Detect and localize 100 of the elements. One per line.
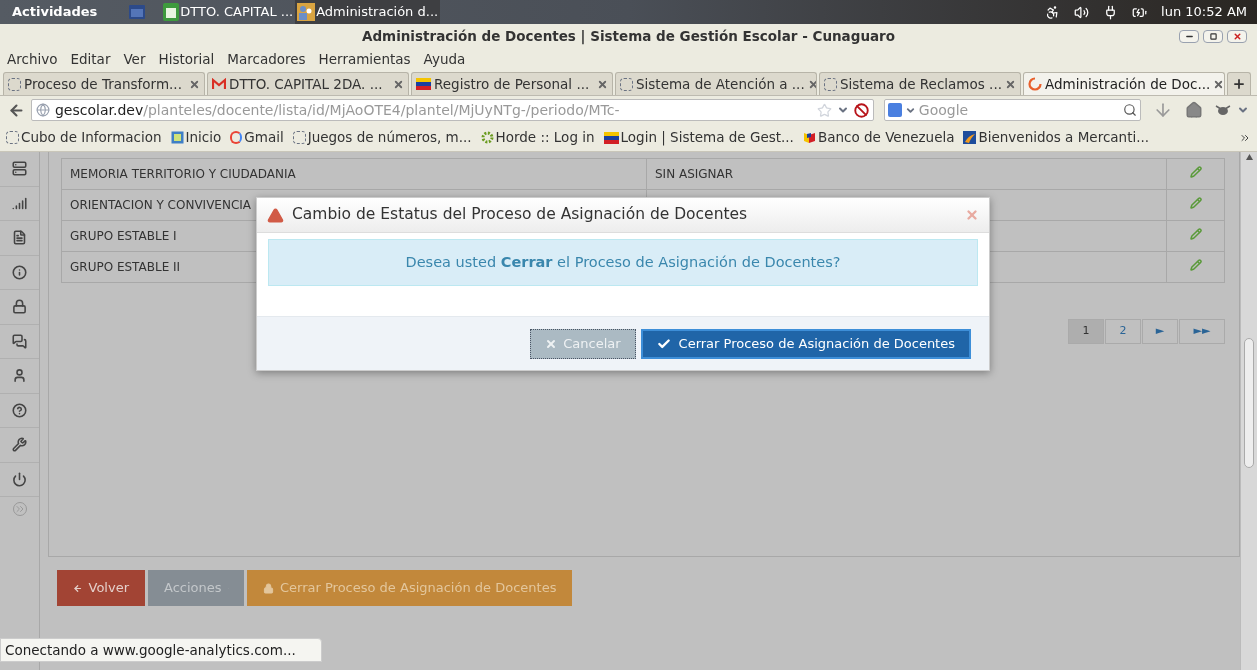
menu-item[interactable]: Marcadores xyxy=(227,48,306,70)
signal-icon[interactable] xyxy=(12,195,27,211)
close-tab-icon[interactable] xyxy=(393,78,404,90)
bank-logo-icon xyxy=(802,131,816,144)
lock-icon[interactable] xyxy=(12,299,27,315)
lock-icon xyxy=(263,582,274,594)
bookmark-item[interactable]: Inicio xyxy=(170,127,222,148)
page-icon xyxy=(8,77,21,91)
maximize-icon xyxy=(1209,33,1217,40)
page-icon xyxy=(170,131,184,144)
browser-tab[interactable]: DTTO. CAPITAL 2DA. ... xyxy=(207,72,409,95)
browser-tab[interactable]: Proceso de Transform... xyxy=(3,72,205,95)
menu-item[interactable]: Historial xyxy=(158,48,215,70)
scrollbar[interactable] xyxy=(1240,152,1257,670)
bookmark-item[interactable]: Horde :: Log in xyxy=(480,127,595,148)
search-input[interactable]: Google xyxy=(918,99,1121,121)
maximize-button[interactable] xyxy=(1203,30,1223,43)
window-title: Administración de Docentes | Sistema de Gestión Escolar - Cunaguaro xyxy=(361,26,896,47)
close-icon xyxy=(1232,32,1242,41)
table-cell: MEMORIA TERRITORIO Y CIUDADANIA xyxy=(61,158,647,190)
close-tab-icon[interactable] xyxy=(189,78,200,90)
server-icon[interactable] xyxy=(12,161,27,177)
browser-tab[interactable]: Registro de Personal ... xyxy=(411,72,613,95)
menu-item[interactable]: Editar xyxy=(70,48,111,70)
search-engine-icon[interactable] xyxy=(887,103,902,117)
accessibility-icon[interactable] xyxy=(1045,4,1061,20)
pencil-icon xyxy=(1189,166,1202,178)
stop-icon[interactable] xyxy=(853,102,869,118)
tab-title: Proceso de Transform... xyxy=(24,74,183,94)
chat-icon[interactable] xyxy=(12,333,27,349)
clock[interactable]: lun 10:52 AM xyxy=(1161,2,1247,22)
bug-icon[interactable] xyxy=(1215,103,1232,117)
url-text: gescolar.dev/planteles/docente/lista/id/MjAoOTE4/plantel/MjUyNTg-/periodo/MTc- xyxy=(54,100,621,120)
browser-tab[interactable]: Administración de Doc... xyxy=(1023,72,1225,95)
scroll-thumb[interactable] xyxy=(1244,338,1254,468)
search-icon[interactable] xyxy=(1123,103,1138,117)
people-icon xyxy=(297,3,316,21)
bookmark-item[interactable]: Cubo de Informacion xyxy=(6,127,162,148)
address-bar[interactable]: gescolar.dev/planteles/docente/lista/id/MjAoOTE4/plantel/MjUyNTg-/periodo/MTc- xyxy=(30,99,874,121)
browser-tab[interactable]: Sistema de Reclamos ... xyxy=(819,72,1021,95)
close-tab-icon[interactable] xyxy=(807,78,816,90)
tab-title: Registro de Personal ... xyxy=(434,74,591,94)
back-icon[interactable] xyxy=(8,101,25,119)
browser-tab[interactable]: Sistema de Atención a ... xyxy=(615,72,817,95)
pencil-icon xyxy=(1189,228,1202,240)
page-icon xyxy=(620,77,633,91)
bookmark-item[interactable]: Gmail xyxy=(230,127,284,148)
help-icon[interactable] xyxy=(12,402,27,418)
status-bar: Conectando a www.google-analytics.com... xyxy=(0,637,322,662)
close-tab-icon[interactable] xyxy=(1213,78,1224,90)
spreadsheet-icon xyxy=(163,3,180,21)
flag-icon xyxy=(603,131,619,144)
menu-item[interactable]: Ver xyxy=(123,48,146,70)
close-icon xyxy=(545,337,558,350)
volume-icon[interactable] xyxy=(1074,4,1090,20)
menu-item[interactable]: Herramientas xyxy=(318,48,411,70)
info-icon[interactable] xyxy=(12,264,27,280)
tab-title: Sistema de Reclamos ... xyxy=(840,74,1002,94)
scroll-up-icon[interactable] xyxy=(1245,154,1253,160)
new-tab-button[interactable] xyxy=(1227,72,1251,95)
minimize-button[interactable] xyxy=(1179,30,1199,43)
power-icon[interactable] xyxy=(12,471,27,487)
tab-title: Administración de Doc... xyxy=(1045,74,1211,94)
globe-icon xyxy=(35,103,50,117)
close-button[interactable] xyxy=(1227,30,1247,43)
bookmark-item[interactable]: Juegos de números, m... xyxy=(292,127,472,148)
confirmation-message: Desea usted Cerrar el Proceso de Asignación de Docentes? xyxy=(268,239,978,286)
page-icon xyxy=(292,131,306,144)
user-icon[interactable] xyxy=(12,368,27,384)
loading-icon xyxy=(1028,77,1042,91)
wrench-icon[interactable] xyxy=(12,437,27,453)
close-tab-icon[interactable] xyxy=(597,78,608,90)
confirm-button[interactable]: Cerrar Proceso de Asignación de Docentes xyxy=(640,328,971,359)
tab-title: Sistema de Atención a ... xyxy=(636,74,805,94)
google-icon xyxy=(230,131,243,144)
plus-icon xyxy=(1232,77,1246,91)
page-icon xyxy=(6,131,19,144)
bookmark-item[interactable]: Banco de Venezuela xyxy=(802,127,955,148)
bookmark-item[interactable]: Bienvenidos a Mercanti... xyxy=(963,127,1150,148)
taskbar-app[interactable]: Administración d... xyxy=(295,0,441,24)
menu-item[interactable]: Ayuda xyxy=(423,48,466,70)
gear-icon xyxy=(480,131,494,144)
pencil-icon xyxy=(1189,197,1202,209)
close-tab-icon[interactable] xyxy=(1005,78,1016,90)
page-button[interactable]: 1 xyxy=(1068,319,1104,344)
pencil-icon xyxy=(1189,259,1202,271)
mail-icon xyxy=(212,78,226,90)
star-icon[interactable] xyxy=(816,102,832,118)
bookmark-item[interactable]: Login | Sistema de Gest... xyxy=(603,127,794,148)
taskbar-app[interactable]: DTTO. CAPITAL ... xyxy=(161,0,296,24)
menu-item[interactable]: Archivo xyxy=(7,48,58,70)
bank-logo-icon xyxy=(963,131,977,144)
search-field[interactable]: Google xyxy=(883,99,1142,121)
tab-title: DTTO. CAPITAL 2DA. ... xyxy=(229,74,384,94)
back-button[interactable]: Volver xyxy=(57,570,145,606)
activities-button[interactable]: Actividades xyxy=(0,2,110,22)
warning-icon xyxy=(267,206,284,224)
document-icon[interactable] xyxy=(12,230,27,246)
home-icon[interactable] xyxy=(1185,101,1204,119)
table-cell: SIN ASIGNAR xyxy=(646,158,1167,190)
